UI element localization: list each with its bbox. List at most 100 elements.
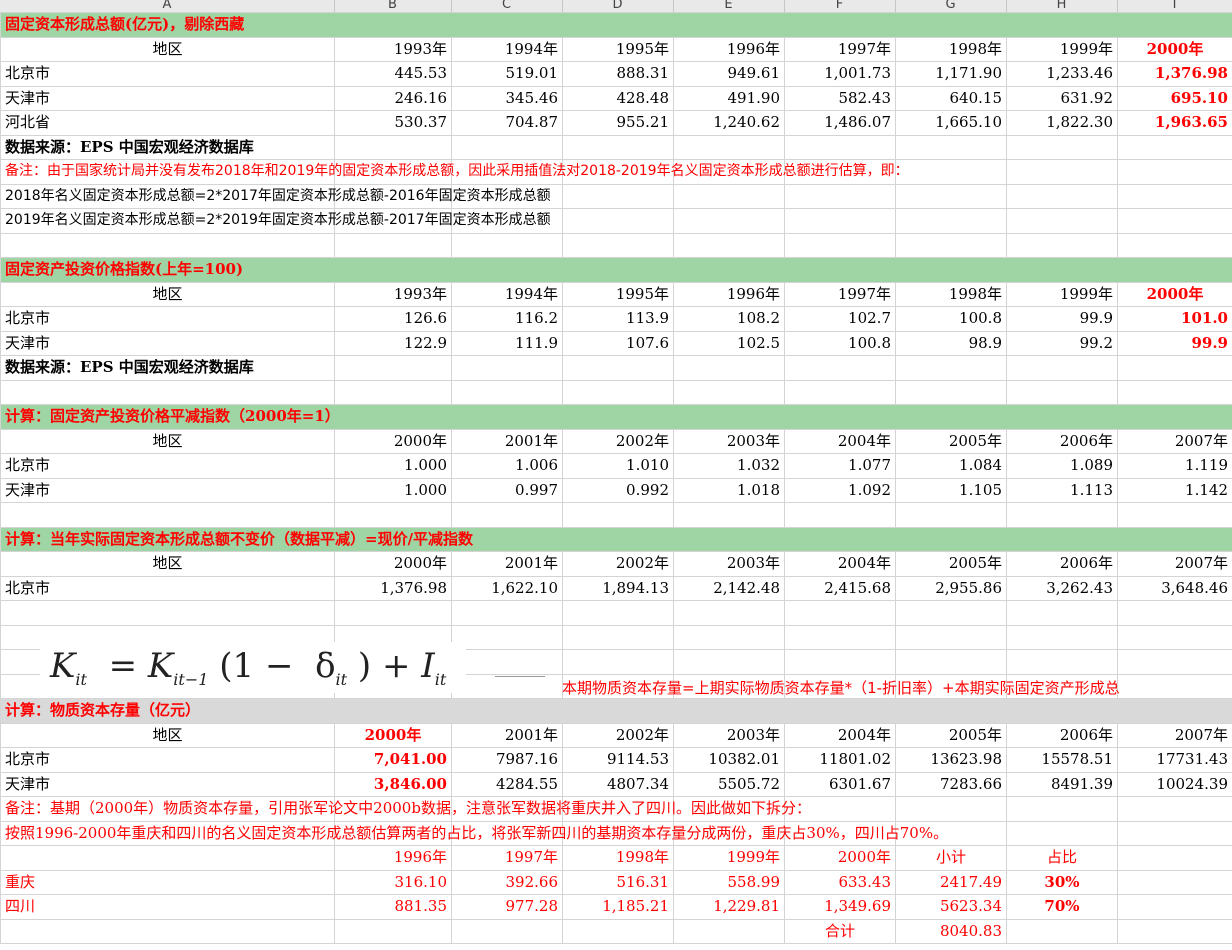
value-cell[interactable]: 1.105	[895, 477, 1007, 503]
section-title-capital-stock[interactable]: 计算：物质资本存量（亿元）	[0, 698, 1232, 724]
region-cell[interactable]: 北京市	[0, 61, 335, 87]
value-cell[interactable]: 445.53	[334, 61, 452, 87]
year-header[interactable]: 2003年	[673, 551, 785, 577]
subtotal-header[interactable]: 小计	[895, 845, 1007, 871]
year-header[interactable]: 2002年	[562, 722, 674, 748]
value-cell[interactable]: 1.119	[1117, 453, 1232, 479]
section-title-capital-formation[interactable]: 固定资本形成总额(亿元)，剔除西藏	[0, 12, 1232, 38]
value-cell[interactable]: 113.9	[562, 306, 674, 332]
year-header[interactable]: 2004年	[784, 428, 896, 454]
value-cell[interactable]: 1,233.46	[1006, 61, 1118, 87]
column-header-b[interactable]: B	[334, 0, 452, 12]
value-cell[interactable]: 1,229.81	[673, 894, 785, 920]
year-header[interactable]: 1996年	[334, 845, 452, 871]
value-cell[interactable]: 122.9	[334, 330, 452, 356]
value-cell[interactable]: 3,648.46	[1117, 575, 1232, 601]
value-cell[interactable]: 99.9	[1117, 330, 1232, 356]
value-cell[interactable]: 977.28	[451, 894, 563, 920]
column-header-i[interactable]: I	[1117, 0, 1232, 12]
value-cell[interactable]: 704.87	[451, 110, 563, 136]
total-label[interactable]: 合计	[784, 918, 896, 944]
region-cell[interactable]: 河北省	[0, 110, 335, 136]
year-header[interactable]: 2000年	[334, 551, 452, 577]
column-header-a[interactable]: A	[0, 0, 335, 12]
year-header[interactable]: 2004年	[784, 551, 896, 577]
year-header[interactable]: 2000年	[1117, 281, 1232, 307]
value-cell[interactable]: 2417.49	[895, 869, 1007, 895]
section-title-price-index[interactable]: 固定资产投资价格指数(上年=100)	[0, 257, 1232, 283]
source-cell[interactable]: 数据来源：EPS 中国宏观经济数据库	[0, 355, 335, 381]
value-cell[interactable]: 0.992	[562, 477, 674, 503]
year-header[interactable]: 1998年	[562, 845, 674, 871]
note-cell[interactable]: 备注：由于国家统计局并没有发布2018年和2019年的固定资本形成总额，因此采用…	[0, 159, 909, 185]
value-cell[interactable]: 1,665.10	[895, 110, 1007, 136]
year-header[interactable]: 2006年	[1006, 428, 1118, 454]
year-header[interactable]: 2006年	[1006, 551, 1118, 577]
value-cell[interactable]: 881.35	[334, 894, 452, 920]
region-header[interactable]: 地区	[0, 551, 335, 577]
value-cell[interactable]: 6301.67	[784, 771, 896, 797]
value-cell[interactable]: 392.66	[451, 869, 563, 895]
column-header-f[interactable]: F	[784, 0, 896, 12]
year-header[interactable]: 1999年	[673, 845, 785, 871]
value-cell[interactable]: 1,376.98	[1117, 61, 1232, 87]
value-cell[interactable]: 3,846.00	[334, 771, 452, 797]
value-cell[interactable]: 10382.01	[673, 747, 785, 773]
region-header[interactable]: 地区	[0, 281, 335, 307]
value-cell[interactable]: 126.6	[334, 306, 452, 332]
value-cell[interactable]: 102.5	[673, 330, 785, 356]
value-cell[interactable]: 530.37	[334, 110, 452, 136]
value-cell[interactable]: 1.113	[1006, 477, 1118, 503]
note-cell[interactable]: 按照1996-2000年重庆和四川的名义固定资本形成总额估算两者的占比，将张军新…	[0, 820, 948, 846]
value-cell[interactable]: 582.43	[784, 85, 896, 111]
column-header-e[interactable]: E	[673, 0, 785, 12]
value-cell[interactable]: 1,894.13	[562, 575, 674, 601]
value-cell[interactable]: 100.8	[784, 330, 896, 356]
value-cell[interactable]: 9114.53	[562, 747, 674, 773]
value-cell[interactable]: 516.31	[562, 869, 674, 895]
value-cell[interactable]: 1,486.07	[784, 110, 896, 136]
value-cell[interactable]: 5505.72	[673, 771, 785, 797]
region-cell[interactable]: 重庆	[0, 869, 335, 895]
value-cell[interactable]: 108.2	[673, 306, 785, 332]
region-cell[interactable]: 四川	[0, 894, 335, 920]
year-header[interactable]: 2005年	[895, 551, 1007, 577]
share-cell[interactable]: 30%	[1006, 869, 1118, 895]
value-cell[interactable]: 695.10	[1117, 85, 1232, 111]
value-cell[interactable]: 1,240.62	[673, 110, 785, 136]
formula-explanation[interactable]: 本期物质资本存量=上期实际物质资本存量*（1-折旧率）+本期实际固定资产形成总	[562, 677, 1120, 698]
value-cell[interactable]: 1.000	[334, 453, 452, 479]
value-cell[interactable]: 15578.51	[1006, 747, 1118, 773]
year-header[interactable]: 2002年	[562, 428, 674, 454]
year-header[interactable]: 2006年	[1006, 722, 1118, 748]
value-cell[interactable]: 99.2	[1006, 330, 1118, 356]
region-cell[interactable]: 北京市	[0, 575, 335, 601]
value-cell[interactable]: 111.9	[451, 330, 563, 356]
value-cell[interactable]: 1.018	[673, 477, 785, 503]
value-cell[interactable]: 107.6	[562, 330, 674, 356]
column-header-d[interactable]: D	[562, 0, 674, 12]
value-cell[interactable]: 116.2	[451, 306, 563, 332]
value-cell[interactable]: 558.99	[673, 869, 785, 895]
value-cell[interactable]: 949.61	[673, 61, 785, 87]
share-cell[interactable]: 70%	[1006, 894, 1118, 920]
section-title-deflator[interactable]: 计算：固定资产投资价格平减指数（2000年=1）	[0, 404, 1232, 430]
value-cell[interactable]: 2,955.86	[895, 575, 1007, 601]
year-header[interactable]: 2007年	[1117, 551, 1232, 577]
column-header-g[interactable]: G	[895, 0, 1007, 12]
value-cell[interactable]: 491.90	[673, 85, 785, 111]
value-cell[interactable]: 1.084	[895, 453, 1007, 479]
year-header[interactable]: 2007年	[1117, 722, 1232, 748]
value-cell[interactable]: 345.46	[451, 85, 563, 111]
region-header[interactable]: 地区	[0, 36, 335, 62]
value-cell[interactable]: 10024.39	[1117, 771, 1232, 797]
year-header[interactable]: 2000年	[1117, 36, 1232, 62]
year-header[interactable]: 1999年	[1006, 36, 1118, 62]
value-cell[interactable]: 101.0	[1117, 306, 1232, 332]
region-cell[interactable]: 天津市	[0, 477, 335, 503]
value-cell[interactable]: 519.01	[451, 61, 563, 87]
region-cell[interactable]: 北京市	[0, 747, 335, 773]
year-header[interactable]: 2000年	[334, 428, 452, 454]
year-header[interactable]: 1993年	[334, 281, 452, 307]
value-cell[interactable]: 316.10	[334, 869, 452, 895]
